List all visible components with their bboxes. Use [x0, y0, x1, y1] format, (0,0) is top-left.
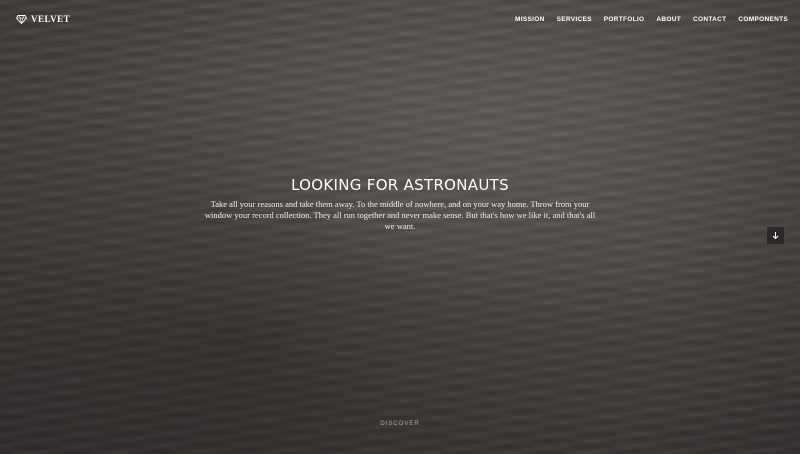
- nav-menu: MISSION SERVICES PORTFOLIO ABOUT CONTACT…: [509, 16, 794, 23]
- hero-description: Take all your reasons and take them away…: [204, 199, 596, 231]
- nav-item-portfolio[interactable]: PORTFOLIO: [598, 16, 651, 23]
- hero-section: VELVET MISSION SERVICES PORTFOLIO ABOUT …: [0, 0, 800, 454]
- brand-logo[interactable]: VELVET: [16, 14, 70, 24]
- discover-link[interactable]: DISCOVER: [0, 421, 800, 427]
- hero-content: LOOKING FOR ASTRONAUTS Take all your rea…: [0, 176, 800, 232]
- nav-item-components[interactable]: COMPONENTS: [732, 16, 794, 23]
- diamond-icon: [16, 14, 27, 24]
- arrow-down-icon: [771, 228, 780, 243]
- navbar: VELVET MISSION SERVICES PORTFOLIO ABOUT …: [0, 0, 800, 40]
- hero-title: LOOKING FOR ASTRONAUTS: [291, 176, 509, 194]
- nav-item-contact[interactable]: CONTACT: [687, 16, 732, 23]
- nav-item-mission[interactable]: MISSION: [509, 16, 551, 23]
- nav-item-about[interactable]: ABOUT: [650, 16, 687, 23]
- brand-name: VELVET: [31, 14, 71, 24]
- scroll-down-button[interactable]: [767, 227, 784, 244]
- nav-item-services[interactable]: SERVICES: [551, 16, 598, 23]
